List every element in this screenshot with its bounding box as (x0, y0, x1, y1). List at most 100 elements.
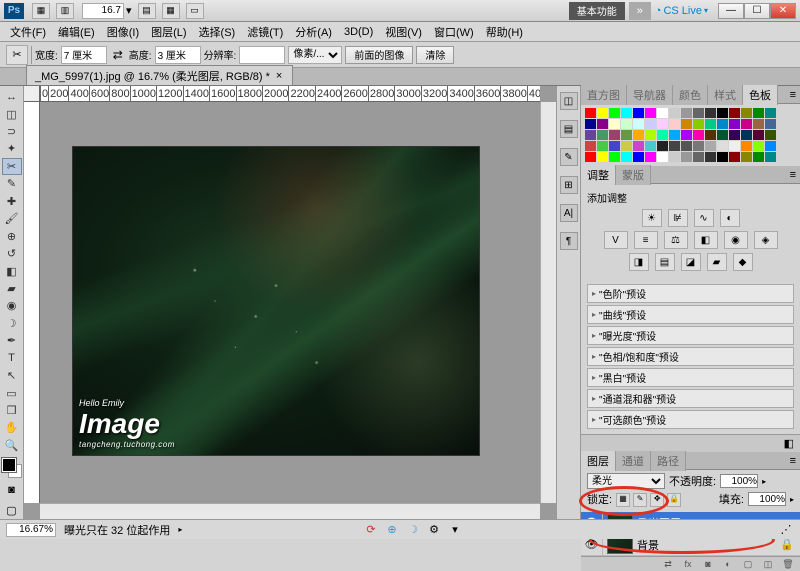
swatch[interactable] (717, 119, 728, 129)
lock-pixels-icon[interactable]: ✎ (633, 493, 647, 507)
dock-icon-6[interactable]: ¶ (560, 232, 578, 250)
swatch[interactable] (633, 108, 644, 118)
brightness-icon[interactable]: ☀ (642, 209, 662, 227)
color-tab[interactable]: 颜色 (673, 85, 708, 105)
swatch[interactable] (765, 119, 776, 129)
swatch[interactable] (729, 141, 740, 151)
menu-file[interactable]: 文件(F) (6, 22, 50, 42)
swatch[interactable] (669, 108, 680, 118)
swatch[interactable] (609, 130, 620, 140)
swatch[interactable] (621, 130, 632, 140)
swatch[interactable] (693, 119, 704, 129)
close-button[interactable]: ✕ (770, 3, 796, 19)
menu-view[interactable]: 视图(V) (381, 22, 426, 42)
hand-tool[interactable]: ✋ (2, 420, 22, 436)
zoom-dropdown-icon[interactable]: ▾ (126, 4, 132, 17)
adjust-panel-menu-icon[interactable]: ≡ (786, 169, 800, 181)
swatch[interactable] (765, 141, 776, 151)
paths-tab[interactable]: 路径 (651, 451, 686, 471)
menu-edit[interactable]: 编辑(E) (54, 22, 99, 42)
ruler-horizontal[interactable]: 0200400600800100012001400160018002000220… (40, 86, 540, 102)
width-input[interactable] (61, 46, 107, 64)
curves-icon[interactable]: ∿ (694, 209, 714, 227)
bw-icon[interactable]: ◧ (694, 231, 718, 249)
crop-tool[interactable]: ✂ (2, 158, 22, 175)
swatch[interactable] (657, 119, 668, 129)
height-input[interactable] (155, 46, 201, 64)
preset-item[interactable]: "曝光度"预设 (587, 326, 794, 345)
swatch[interactable] (669, 152, 680, 162)
lock-all-icon[interactable]: 🔒 (667, 493, 681, 507)
swatch[interactable] (729, 130, 740, 140)
eyedropper-tool[interactable]: ✎ (2, 176, 22, 192)
swatch[interactable] (681, 152, 692, 162)
resolution-unit-select[interactable]: 像素/... (288, 46, 342, 64)
invert-icon[interactable]: ◨ (629, 253, 649, 271)
status-moon-icon[interactable]: ☽ (405, 522, 421, 538)
swatch[interactable] (705, 141, 716, 151)
menu-filter[interactable]: 滤镜(T) (243, 22, 287, 42)
swatch[interactable] (753, 119, 764, 129)
layer-fx-icon[interactable]: fx (680, 557, 696, 571)
layers-panel-menu-icon[interactable]: ≡ (786, 455, 800, 467)
swatch[interactable] (693, 130, 704, 140)
swatch[interactable] (585, 141, 596, 151)
front-image-button[interactable]: 前面的图像 (345, 46, 413, 64)
swatch[interactable] (585, 130, 596, 140)
link-layers-icon[interactable]: ⇄ (660, 557, 676, 571)
swatch[interactable] (657, 130, 668, 140)
healing-tool[interactable]: ✚ (2, 193, 22, 209)
swatch[interactable] (681, 141, 692, 151)
pen-tool[interactable]: ✒ (2, 333, 22, 349)
marquee-tool[interactable]: ◫ (2, 106, 22, 122)
move-tool[interactable]: ↔ (2, 89, 22, 105)
ruler-vertical[interactable] (24, 102, 40, 503)
crop-tool-icon[interactable]: ✂ (6, 45, 28, 65)
shape-tool[interactable]: ▭ (2, 385, 22, 401)
dock-icon-5[interactable]: A| (560, 204, 578, 222)
preset-item[interactable]: "曲线"预设 (587, 305, 794, 324)
canvas-area[interactable]: 0200400600800100012001400160018002000220… (24, 86, 556, 519)
minimize-button[interactable]: — (718, 3, 744, 19)
swatch[interactable] (693, 108, 704, 118)
stamp-tool[interactable]: ⊕ (2, 228, 22, 244)
menu-window[interactable]: 窗口(W) (430, 22, 478, 42)
screenmode-icon[interactable]: ▭ (186, 3, 204, 19)
swatch[interactable] (657, 141, 668, 151)
swatch[interactable] (609, 108, 620, 118)
channels-tab[interactable]: 通道 (616, 451, 651, 471)
swatch[interactable] (741, 141, 752, 151)
color-swatches[interactable] (2, 458, 22, 478)
menu-select[interactable]: 选择(S) (195, 22, 240, 42)
new-group-icon[interactable]: ▢ (740, 557, 756, 571)
channelmixer-icon[interactable]: ◈ (754, 231, 778, 249)
swatches-grid[interactable] (581, 104, 800, 166)
panel-menu-icon[interactable]: ≡ (786, 89, 800, 101)
swatch[interactable] (717, 108, 728, 118)
swatch[interactable] (681, 130, 692, 140)
lasso-tool[interactable]: ⊃ (2, 123, 22, 139)
adjust-clip-icon[interactable]: ◧ (784, 437, 794, 450)
huesat-icon[interactable]: ≡ (634, 231, 658, 249)
swatch[interactable] (621, 119, 632, 129)
blend-mode-select[interactable]: 柔光 (587, 473, 665, 489)
swatch[interactable] (633, 119, 644, 129)
dock-icon-1[interactable]: ◫ (560, 92, 578, 110)
zoom-tool[interactable]: 🔍 (2, 437, 22, 453)
swatch[interactable] (621, 141, 632, 151)
swatch[interactable] (597, 119, 608, 129)
exposure-icon[interactable]: ◐ (720, 209, 740, 227)
swatch[interactable] (717, 130, 728, 140)
swatch[interactable] (717, 152, 728, 162)
dodge-tool[interactable]: ☽ (2, 315, 22, 331)
maximize-button[interactable]: ☐ (744, 3, 770, 19)
layer-mask-icon[interactable]: ◙ (700, 557, 716, 571)
minibridge-icon[interactable]: ▥ (56, 3, 74, 19)
swatch[interactable] (597, 108, 608, 118)
path-tool[interactable]: ↖ (2, 367, 22, 383)
menu-analysis[interactable]: 分析(A) (291, 22, 336, 42)
swatch[interactable] (729, 119, 740, 129)
quickselect-tool[interactable]: ✦ (2, 141, 22, 157)
swatch[interactable] (585, 108, 596, 118)
gradientmap-icon[interactable]: ▰ (707, 253, 727, 271)
